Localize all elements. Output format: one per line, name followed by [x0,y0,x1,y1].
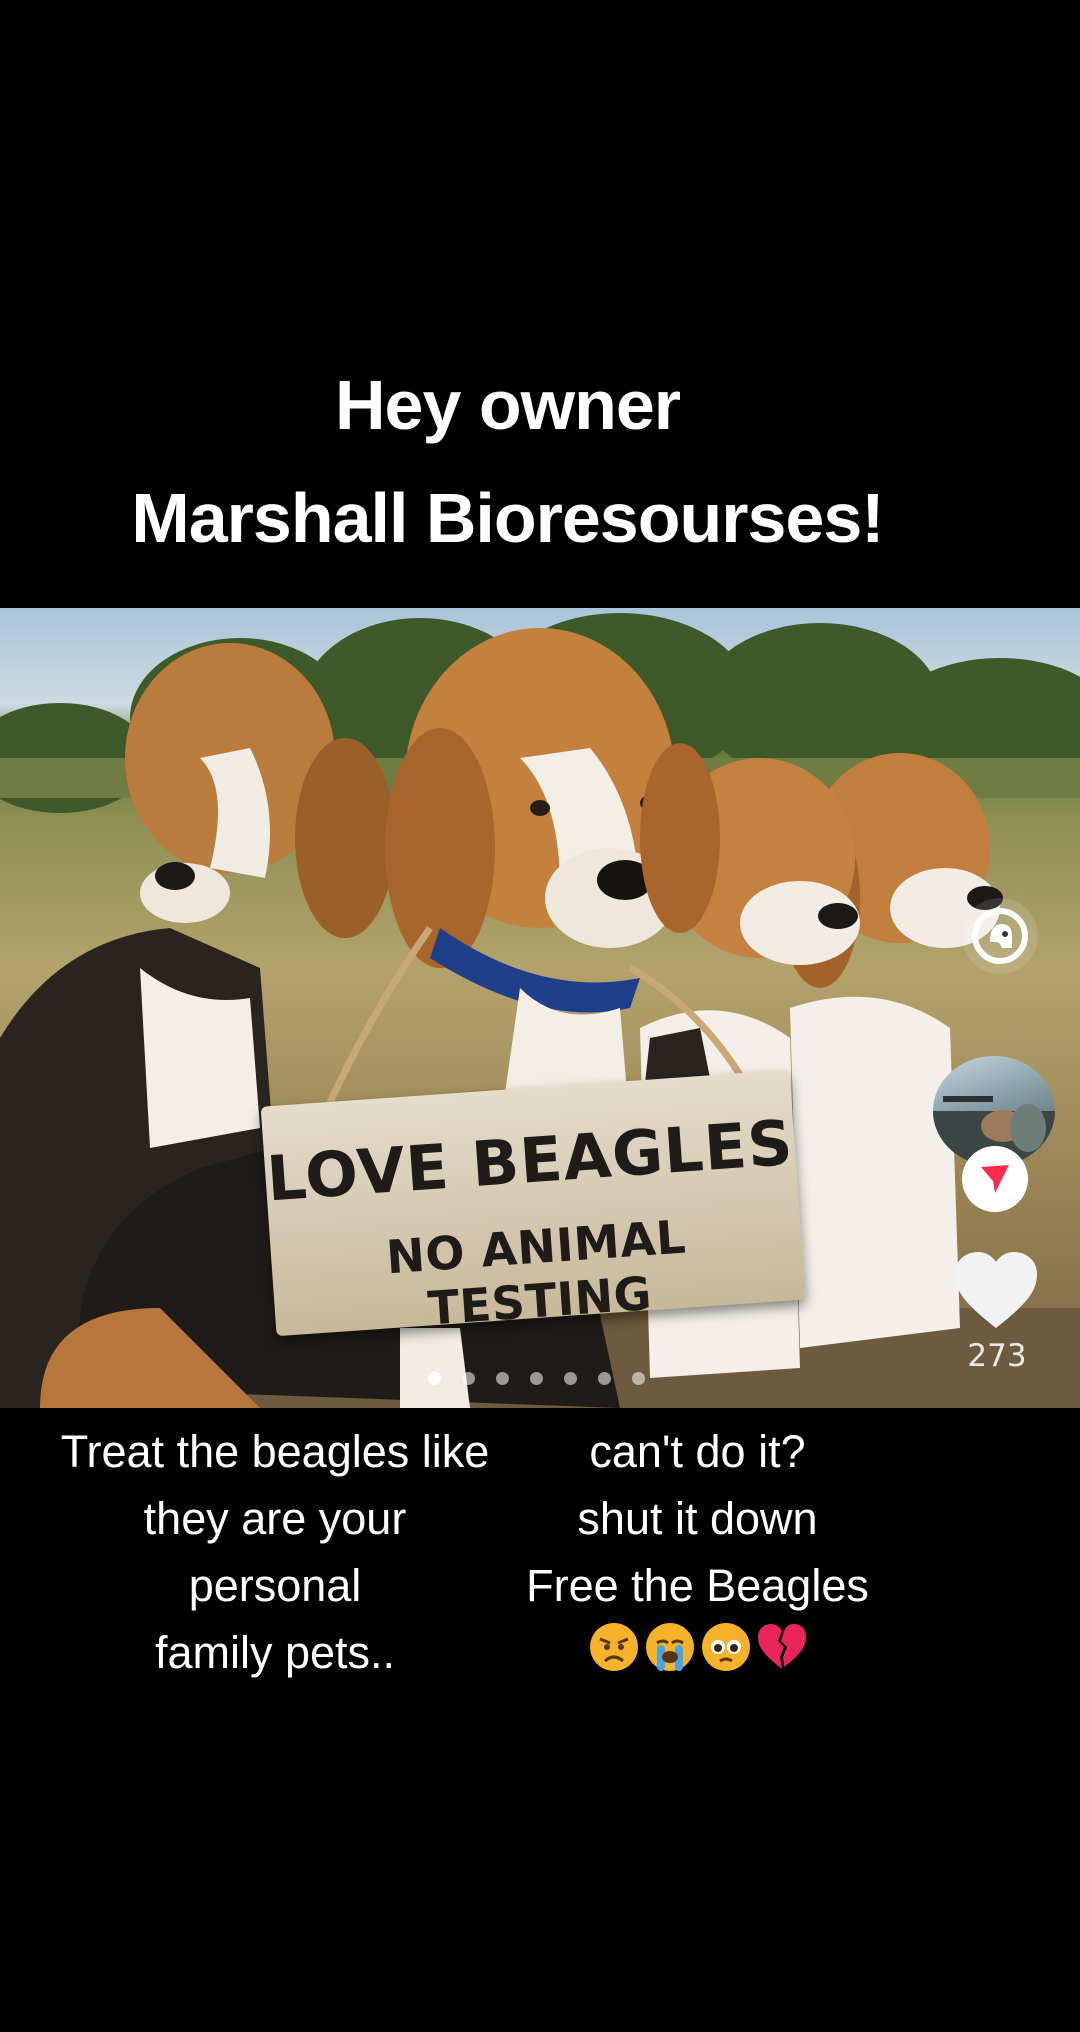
caption-left-line: they are your [143,1493,407,1544]
carousel-dot[interactable] [564,1372,577,1385]
pleading-face-icon [701,1623,750,1671]
caption-right-line: Free the Beagles [526,1560,869,1611]
carousel-dot[interactable] [496,1372,509,1385]
caption-left-line: family pets.. [154,1627,396,1678]
caption-right: can't do it? shut it down Free the Beagl… [500,1418,895,1673]
crying-face-icon [645,1623,694,1671]
headline-line-1: Hey owner [335,366,681,444]
protest-sign: LOVE BEAGLES NO ANIMAL TESTING [260,1069,806,1337]
carousel-indicator [428,1372,645,1385]
carousel-dot[interactable] [632,1372,645,1385]
caption-right-line: can't do it? [589,1426,806,1477]
sign-line-1: LOVE BEAGLES [264,1105,796,1216]
share-icon[interactable] [962,1146,1028,1212]
caption-emojis [500,1621,895,1673]
caption-left: Treat the beagles like they are your per… [40,1418,510,1686]
broken-heart-icon [757,1624,806,1669]
carousel-dot[interactable] [462,1372,475,1385]
caption-left-line: Treat the beagles like [60,1426,490,1477]
headline-line-2: Marshall Bioresourses! [131,479,884,557]
heart-icon[interactable] [953,1250,1039,1330]
carousel-dot[interactable] [598,1372,611,1385]
carousel-dot[interactable] [428,1372,441,1385]
angry-face-icon [589,1623,638,1671]
caption-right-line: shut it down [577,1493,818,1544]
carousel-dot[interactable] [530,1372,543,1385]
ai-face-icon[interactable] [962,898,1038,974]
caption-left-line: personal [188,1560,362,1611]
like-count: 273 [967,1338,1027,1374]
